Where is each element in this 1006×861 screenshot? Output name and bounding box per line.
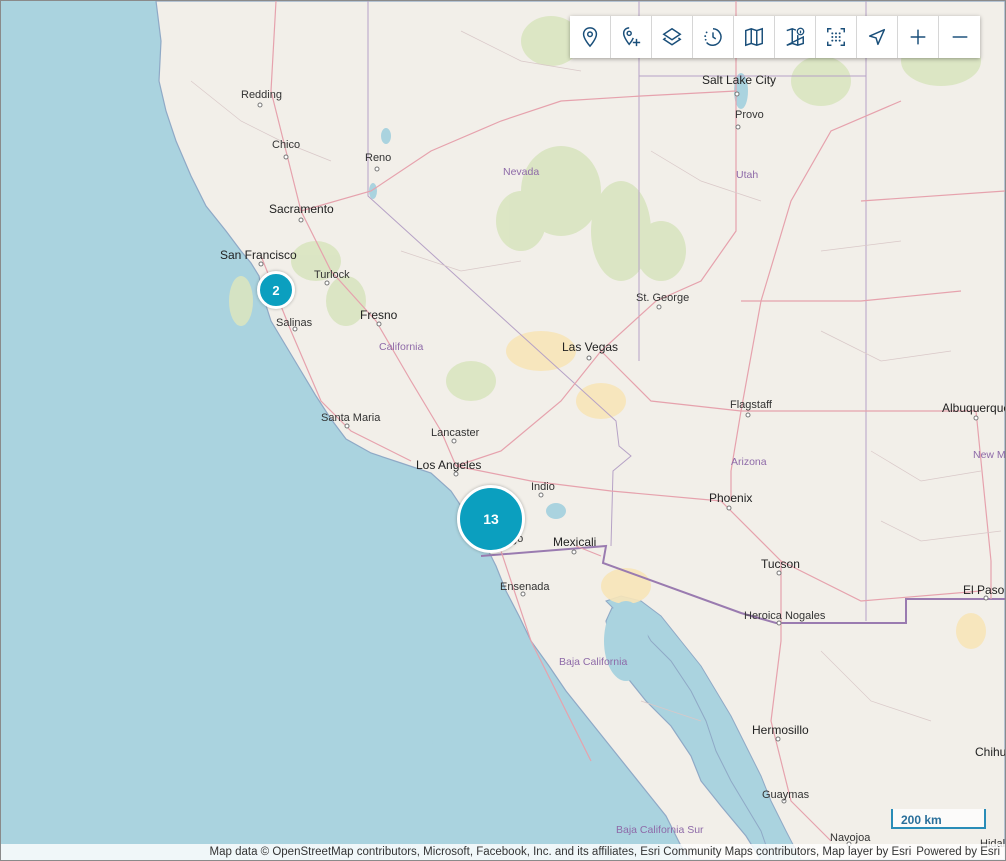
cluster-bay-area[interactable]: 2 [257,271,295,309]
label-el-paso: El Paso [963,583,1005,597]
layers-tool[interactable] [652,16,693,58]
label-new-mexico: New M [973,449,1005,461]
cluster-count: 2 [272,282,280,298]
layers-icon [662,27,682,46]
label-california: California [379,341,424,353]
add-point-tool[interactable] [611,16,652,58]
time-tool[interactable] [693,16,734,58]
powered-by-esri[interactable]: Powered by Esri [916,846,1005,858]
map-pin-icon [582,27,598,48]
plus-icon [910,29,926,45]
map-info-tool[interactable] [775,16,816,58]
map-toolbar [570,16,980,58]
label-turlock: Turlock [314,269,350,281]
locate-tool[interactable] [570,16,611,58]
add-pin-icon [622,27,641,47]
label-fresno: Fresno [360,308,398,322]
label-navojoa: Navojoa [830,832,871,844]
label-ensenada: Ensenada [500,581,550,593]
label-tucson: Tucson [761,557,800,571]
map-viewport[interactable]: Salt Lake City Provo Redding Chico Reno … [0,0,1006,861]
select-area-icon [827,28,845,46]
label-provo: Provo [735,109,764,121]
basemap-tool[interactable] [734,16,775,58]
label-st-george: St. George [636,292,689,304]
map-icon [745,27,763,47]
cluster-san-diego[interactable]: 13 [457,485,525,553]
label-utah: Utah [736,169,758,181]
time-slider-icon [704,28,722,46]
scale-label: 200 km [901,813,942,827]
label-indio: Indio [531,481,555,493]
minus-icon [952,36,967,38]
label-salinas: Salinas [276,317,313,329]
label-sacramento: Sacramento [269,202,334,216]
cluster-count: 13 [483,511,499,527]
map-info-icon [786,27,805,47]
select-tool[interactable] [816,16,857,58]
attribution-bar: Map data © OpenStreetMap contributors, M… [1,844,1005,860]
zoom-in-button[interactable] [898,16,939,58]
label-las-vegas: Las Vegas [562,340,618,354]
label-reno: Reno [365,152,391,164]
label-santa-maria: Santa Maria [321,412,381,424]
label-arizona: Arizona [731,456,767,468]
navigate-tool[interactable] [857,16,898,58]
label-mexicali: Mexicali [553,535,596,549]
label-baja-california: Baja California [559,656,627,668]
label-lancaster: Lancaster [431,427,480,439]
navigate-arrow-icon [868,28,886,46]
label-flagstaff: Flagstaff [730,399,773,411]
scale-bar: 200 km [891,809,986,829]
label-guaymas: Guaymas [762,789,810,801]
label-baja-california-sur: Baja California Sur [616,824,704,836]
label-san-francisco: San Francisco [220,248,297,262]
label-phoenix: Phoenix [709,491,752,505]
label-redding: Redding [241,89,282,101]
basemap[interactable]: Salt Lake City Provo Redding Chico Reno … [1,1,1005,860]
label-salt-lake-city: Salt Lake City [702,73,776,87]
label-albuquerque: Albuquerque [942,401,1005,415]
label-los-angeles: Los Angeles [416,458,481,472]
attribution-text[interactable]: Map data © OpenStreetMap contributors, M… [210,846,917,858]
zoom-out-button[interactable] [939,16,980,58]
label-heroica-nogales: Heroica Nogales [744,610,826,622]
label-chico: Chico [272,139,300,151]
label-nevada: Nevada [503,166,539,178]
label-hermosillo: Hermosillo [752,723,809,737]
label-chihuahua: Chihu [975,745,1005,759]
